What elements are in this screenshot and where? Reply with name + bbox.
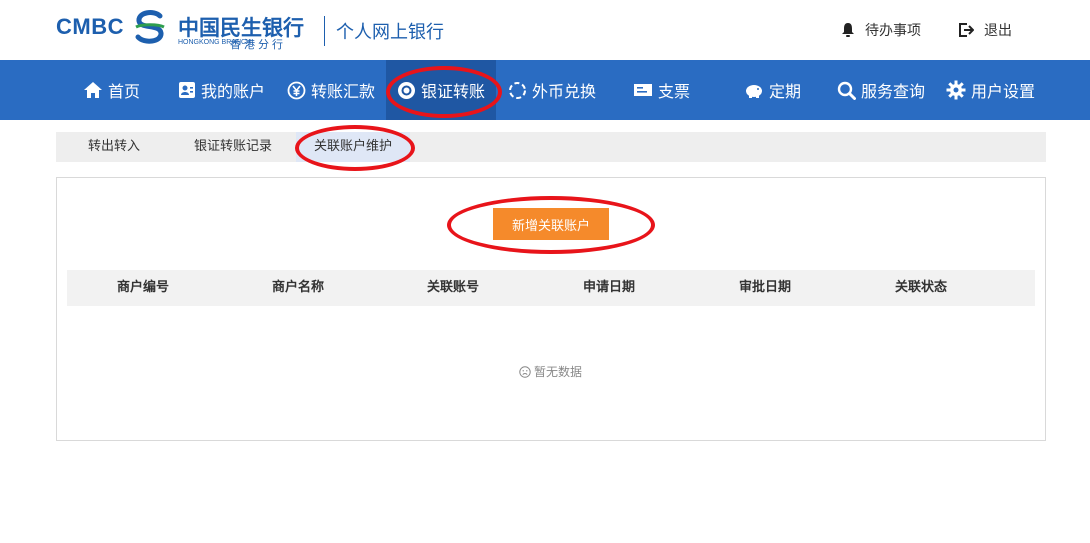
empty-state: 暂无数据 — [519, 363, 582, 380]
nav-item-fx-exchange[interactable]: 外币兑换 — [508, 60, 596, 120]
todo-label: 待办事项 — [865, 23, 921, 39]
piggy-bank-icon — [746, 84, 762, 98]
content-panel: 新增关联账户 商户编号 商户名称 关联账号 申请日期 审批日期 关联状态 暂无数… — [56, 177, 1046, 441]
nav-item-bank-securities[interactable]: 银证转账 — [386, 60, 496, 120]
sub-tabs: 转出转入 银证转账记录 关联账户维护 — [56, 132, 1046, 162]
logo-emblem-icon — [135, 10, 165, 44]
column-header-link-status: 关联状态 — [895, 280, 948, 295]
exchange-icon — [509, 81, 526, 99]
logout-link[interactable]: 退出 — [958, 20, 1012, 40]
column-header-linked-account: 关联账号 — [427, 280, 480, 295]
empty-text: 暂无数据 — [534, 365, 583, 379]
nav-item-label: 用户设置 — [971, 82, 1036, 101]
sad-face-icon — [519, 365, 531, 378]
account-card-icon — [179, 82, 195, 98]
column-header-apply-date: 申请日期 — [583, 280, 636, 295]
main-nav: 首页 我的账户 转账汇款 银证转账 外币兑换 支票 定期 服务查询 用户设置 — [0, 60, 1090, 120]
yen-transfer-icon — [287, 81, 306, 99]
subtab-transfer-records[interactable]: 银证转账记录 — [194, 132, 272, 162]
table-header: 商户编号 商户名称 关联账号 申请日期 审批日期 关联状态 — [67, 270, 1035, 306]
nav-item-transfer[interactable]: 转账汇款 — [287, 60, 375, 120]
site-title: 个人网上银行 — [336, 22, 444, 43]
add-linked-account-button[interactable]: 新增关联账户 — [493, 208, 609, 240]
search-icon — [837, 81, 856, 100]
gear-icon — [946, 80, 966, 100]
nav-item-label: 我的账户 — [201, 82, 266, 101]
column-header-merchant-id: 商户编号 — [117, 280, 170, 295]
column-header-merchant-name: 商户名称 — [272, 280, 325, 295]
column-header-approve-date: 审批日期 — [739, 280, 792, 295]
nav-item-label: 转账汇款 — [311, 82, 376, 101]
securities-icon — [397, 81, 415, 99]
logo-divider — [324, 16, 325, 46]
nav-item-service-query[interactable]: 服务查询 — [837, 60, 925, 120]
nav-item-label: 银证转账 — [420, 82, 485, 101]
cheque-icon — [634, 84, 652, 96]
nav-item-fixed-deposit[interactable]: 定期 — [744, 60, 801, 120]
subtab-transfer-in-out[interactable]: 转出转入 — [88, 132, 140, 162]
nav-item-cheque[interactable]: 支票 — [633, 60, 690, 120]
nav-item-label: 定期 — [769, 82, 802, 101]
nav-item-label: 支票 — [658, 82, 691, 101]
bell-icon — [842, 23, 854, 37]
nav-item-label: 外币兑换 — [532, 82, 597, 101]
home-icon — [84, 82, 102, 98]
logout-label: 退出 — [984, 23, 1012, 39]
header: CMBC 中国民生银行 HONGKONG BRANCH 香港分行 个人网上银行 … — [0, 0, 1090, 60]
nav-item-label: 首页 — [108, 82, 141, 101]
logout-icon — [959, 23, 974, 37]
logo-cmbc-text: CMBC — [56, 14, 124, 39]
nav-item-user-settings[interactable]: 用户设置 — [946, 60, 1035, 120]
subtab-linked-account-maintenance[interactable]: 关联账户维护 — [296, 132, 411, 162]
todo-link[interactable]: 待办事项 — [841, 20, 921, 40]
nav-item-label: 服务查询 — [861, 82, 926, 101]
nav-item-home[interactable]: 首页 — [83, 60, 140, 120]
logo-branch-cn: 香港分行 — [230, 38, 286, 51]
nav-item-my-account[interactable]: 我的账户 — [178, 60, 265, 120]
